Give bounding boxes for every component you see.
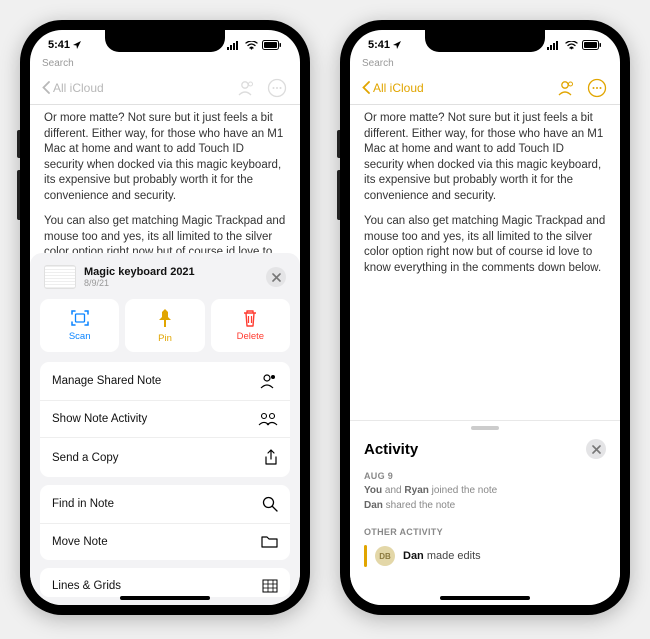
back-label: All iCloud <box>373 81 424 95</box>
note-thumbnail <box>44 265 76 289</box>
signal-icon <box>227 41 241 50</box>
folder-icon <box>261 535 278 549</box>
chevron-left-icon <box>42 81 50 94</box>
signal-icon <box>547 41 561 50</box>
notch <box>425 30 545 52</box>
more-button[interactable] <box>586 77 608 99</box>
share-collab-button[interactable] <box>234 77 256 99</box>
status-time: 5:41 <box>368 39 390 51</box>
status-time: 5:41 <box>48 39 70 51</box>
activity-date-section: AUG 9 <box>350 467 620 483</box>
back-label: All iCloud <box>53 81 104 95</box>
people-icon <box>235 80 255 96</box>
phone-left: 5:41 Search All iCloud <box>20 20 310 615</box>
scan-icon <box>70 309 90 327</box>
share-icon <box>264 449 278 466</box>
grid-icon <box>262 579 278 593</box>
drag-handle[interactable] <box>471 426 499 430</box>
notch <box>105 30 225 52</box>
activity-title: Activity <box>364 441 418 458</box>
menu-label: Manage Shared Note <box>52 375 161 387</box>
menu-label: Move Note <box>52 536 108 548</box>
scan-button[interactable]: Scan <box>40 299 119 352</box>
close-sheet-button[interactable] <box>266 267 286 287</box>
pin-icon <box>157 309 173 329</box>
menu-label: Find in Note <box>52 498 114 510</box>
menu-show-activity[interactable]: Show Note Activity <box>40 401 290 438</box>
home-indicator[interactable] <box>440 596 530 600</box>
more-button[interactable] <box>266 77 288 99</box>
pin-button[interactable]: Pin <box>125 299 204 352</box>
location-arrow-icon <box>392 40 402 50</box>
menu-find-in-note[interactable]: Find in Note <box>40 485 290 524</box>
search-icon <box>262 496 278 512</box>
pin-label: Pin <box>158 333 172 344</box>
avatar: DB <box>375 546 395 566</box>
sheet-date: 8/9/21 <box>84 278 258 288</box>
nav-bar: All iCloud <box>350 71 620 105</box>
note-body: Or more matte? Not sure but it just feel… <box>350 105 620 292</box>
menu-label: Lines & Grids <box>52 580 121 592</box>
share-collab-button[interactable] <box>554 77 576 99</box>
scan-label: Scan <box>69 331 91 342</box>
activity-panel: Activity AUG 9 You and Ryan joined the n… <box>350 420 620 605</box>
close-icon <box>592 445 601 454</box>
phone-right: 5:41 Search All iCloud <box>340 20 630 615</box>
action-sheet: Magic keyboard 2021 8/9/21 Scan Pin <box>30 253 300 605</box>
two-people-icon <box>258 412 278 426</box>
battery-icon <box>582 40 602 50</box>
close-activity-button[interactable] <box>586 439 606 459</box>
close-icon <box>272 273 281 282</box>
activity-edit-entry[interactable]: DB Dan made edits <box>350 539 620 573</box>
ellipsis-circle-icon <box>587 78 607 98</box>
search-hint: Search <box>30 58 300 71</box>
trash-icon <box>242 309 258 327</box>
back-button[interactable]: All iCloud <box>42 81 104 95</box>
menu-send-copy[interactable]: Send a Copy <box>40 438 290 477</box>
delete-label: Delete <box>237 331 264 342</box>
menu-lines-grids[interactable]: Lines & Grids <box>40 568 290 597</box>
menu-label: Show Note Activity <box>52 413 147 425</box>
back-button[interactable]: All iCloud <box>362 81 424 95</box>
chevron-left-icon <box>362 81 370 94</box>
people-icon <box>555 80 575 96</box>
edit-color-indicator <box>364 545 367 567</box>
activity-other-section: OTHER ACTIVITY <box>350 523 620 539</box>
location-arrow-icon <box>72 40 82 50</box>
sheet-title: Magic keyboard 2021 <box>84 266 258 278</box>
menu-move-note[interactable]: Move Note <box>40 524 290 560</box>
nav-bar: All iCloud <box>30 71 300 105</box>
activity-entry: You and Ryan joined the note <box>350 483 620 498</box>
note-paragraph: Or more matte? Not sure but it just feel… <box>44 111 286 204</box>
note-paragraph: Or more matte? Not sure but it just feel… <box>364 111 606 204</box>
wifi-icon <box>565 41 578 50</box>
battery-icon <box>262 40 282 50</box>
activity-entry: Dan shared the note <box>350 498 620 513</box>
people-circle-icon <box>260 373 278 389</box>
delete-button[interactable]: Delete <box>211 299 290 352</box>
note-paragraph: You can also get matching Magic Trackpad… <box>364 214 606 276</box>
menu-label: Send a Copy <box>52 452 119 464</box>
menu-manage-shared[interactable]: Manage Shared Note <box>40 362 290 401</box>
search-hint: Search <box>350 58 620 71</box>
wifi-icon <box>245 41 258 50</box>
ellipsis-circle-icon <box>267 78 287 98</box>
home-indicator[interactable] <box>120 596 210 600</box>
